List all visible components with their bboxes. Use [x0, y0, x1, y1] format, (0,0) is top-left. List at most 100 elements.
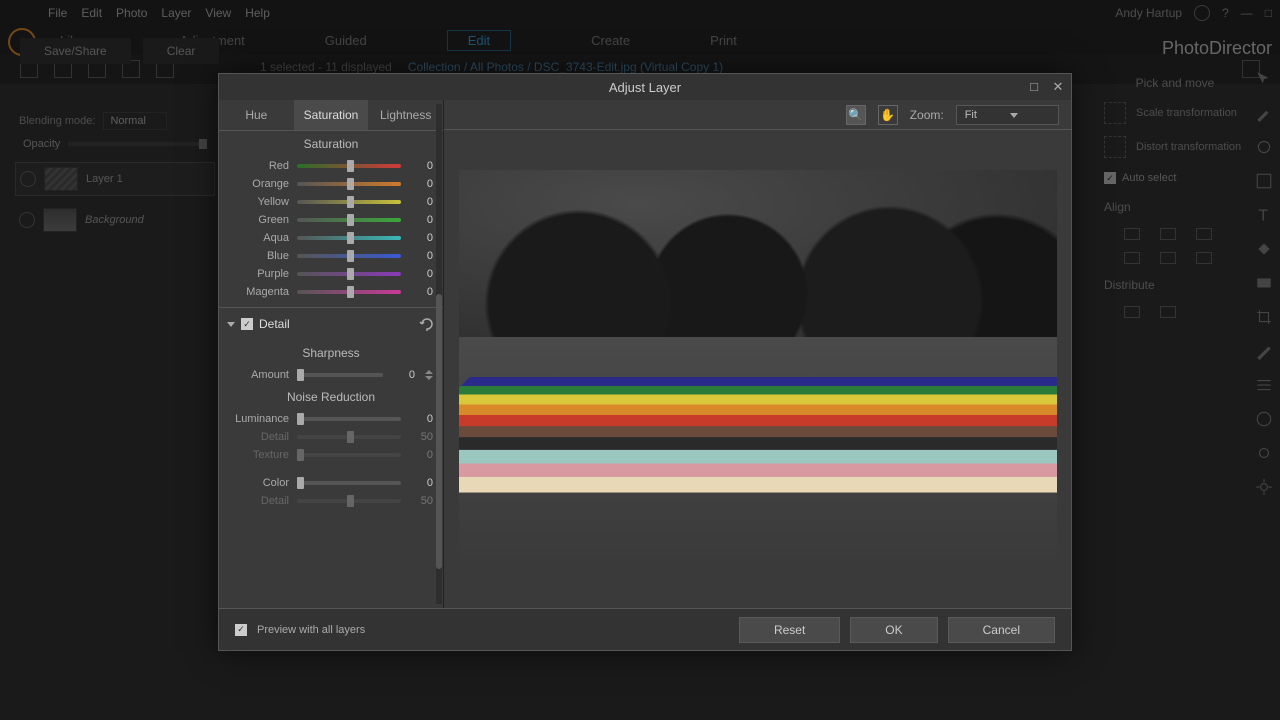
visibility-icon[interactable]: [20, 171, 36, 187]
distort-tool[interactable]: Distort transformation: [1100, 130, 1250, 164]
layer-item[interactable]: Layer 1: [15, 162, 215, 196]
color-value[interactable]: 0: [409, 477, 433, 489]
distribute-icon[interactable]: [1160, 306, 1176, 318]
ok-button[interactable]: OK: [850, 617, 937, 643]
close-icon[interactable]: ✕: [1051, 80, 1065, 94]
tool-icon[interactable]: [20, 60, 38, 78]
text-icon[interactable]: T: [1255, 206, 1273, 224]
menu-help[interactable]: Help: [245, 6, 270, 20]
rect-icon[interactable]: [1255, 172, 1273, 190]
align-icon[interactable]: [1124, 228, 1140, 240]
detail-section-header[interactable]: ✓ Detail: [219, 307, 443, 340]
align-icon[interactable]: [1160, 252, 1176, 264]
menu-layer[interactable]: Layer: [161, 6, 191, 20]
align-header: Align: [1100, 192, 1250, 222]
maximize-icon[interactable]: □: [1265, 6, 1272, 20]
zoom-select[interactable]: Fit: [956, 105, 1059, 125]
amount-value[interactable]: 0: [391, 369, 415, 381]
tool-icon[interactable]: [156, 60, 174, 78]
sliders-icon[interactable]: [1255, 376, 1273, 394]
detail-checkbox[interactable]: ✓: [241, 318, 253, 330]
slider-value[interactable]: 0: [409, 268, 433, 280]
luminance-value[interactable]: 0: [409, 413, 433, 425]
blend-mode-select[interactable]: Normal: [103, 112, 166, 130]
slider-value[interactable]: 0: [409, 196, 433, 208]
saturation-orange-slider[interactable]: [297, 182, 401, 186]
distribute-icon[interactable]: [1124, 306, 1140, 318]
wand-icon[interactable]: [1255, 342, 1273, 360]
saturation-aqua-slider[interactable]: [297, 236, 401, 240]
mode-print[interactable]: Print: [710, 33, 737, 48]
clear-button[interactable]: Clear: [143, 38, 220, 64]
crop-icon[interactable]: [1255, 308, 1273, 326]
pen-icon[interactable]: [1255, 104, 1273, 122]
visibility-icon[interactable]: [19, 212, 35, 228]
brush-icon[interactable]: [1255, 138, 1273, 156]
saturation-yellow-slider[interactable]: [297, 200, 401, 204]
filter-icon[interactable]: [1242, 60, 1260, 78]
mode-edit[interactable]: Edit: [447, 30, 511, 51]
gradient-icon[interactable]: [1255, 274, 1273, 292]
auto-select-label: Auto select: [1122, 172, 1176, 184]
saturation-blue-slider[interactable]: [297, 254, 401, 258]
help-icon[interactable]: ?: [1222, 6, 1229, 20]
mode-library[interactable]: Library: [60, 33, 100, 48]
saturation-green-row: Green0: [219, 211, 443, 229]
tab-saturation[interactable]: Saturation: [294, 100, 369, 130]
align-icon[interactable]: [1196, 228, 1212, 240]
bucket-icon[interactable]: [1255, 240, 1273, 258]
slider-value[interactable]: 0: [409, 286, 433, 298]
mode-adjustment[interactable]: Adjustment: [180, 33, 245, 48]
save-share-button[interactable]: Save/Share: [20, 38, 131, 64]
amount-stepper[interactable]: [425, 370, 433, 380]
menu-edit[interactable]: Edit: [81, 6, 102, 20]
link-icon[interactable]: [1255, 444, 1273, 462]
layer-item[interactable]: Background: [15, 204, 215, 236]
align-icon[interactable]: [1196, 252, 1212, 264]
saturation-red-slider[interactable]: [297, 164, 401, 168]
amount-slider[interactable]: [297, 373, 383, 377]
saturation-magenta-slider[interactable]: [297, 290, 401, 294]
color-slider[interactable]: [297, 481, 401, 485]
mode-create[interactable]: Create: [591, 33, 630, 48]
reset-button[interactable]: Reset: [739, 617, 840, 643]
tab-lightness[interactable]: Lightness: [368, 100, 443, 130]
pointer-icon[interactable]: [1255, 70, 1273, 88]
tool-icon[interactable]: [54, 60, 72, 78]
gear-icon[interactable]: [1255, 478, 1273, 496]
slider-value[interactable]: 0: [409, 250, 433, 262]
menu-file[interactable]: File: [48, 6, 67, 20]
main-menu[interactable]: File Edit Photo Layer View Help: [48, 6, 270, 20]
slider-value[interactable]: 0: [409, 214, 433, 226]
menu-view[interactable]: View: [205, 6, 231, 20]
dialog-titlebar[interactable]: Adjust Layer □ ✕: [219, 74, 1071, 100]
cancel-button[interactable]: Cancel: [948, 617, 1055, 643]
pan-tool-icon[interactable]: ✋: [878, 105, 898, 125]
tool-icon[interactable]: [122, 60, 140, 78]
sidebar-scrollbar[interactable]: [436, 104, 442, 604]
tool-icon[interactable]: [88, 60, 106, 78]
auto-select-checkbox[interactable]: ✓: [1104, 172, 1116, 184]
menu-photo[interactable]: Photo: [116, 6, 147, 20]
align-icon[interactable]: [1124, 252, 1140, 264]
slider-value[interactable]: 0: [409, 232, 433, 244]
maximize-icon[interactable]: □: [1027, 80, 1041, 94]
preview-image[interactable]: [459, 170, 1057, 568]
mode-guided[interactable]: Guided: [325, 33, 367, 48]
minimize-icon[interactable]: —: [1241, 6, 1253, 20]
user-avatar-icon[interactable]: [1194, 5, 1210, 21]
clock-icon[interactable]: [1255, 410, 1273, 428]
detail-label: Detail: [229, 431, 289, 443]
saturation-green-slider[interactable]: [297, 218, 401, 222]
slider-value[interactable]: 0: [409, 160, 433, 172]
saturation-purple-slider[interactable]: [297, 272, 401, 276]
slider-value[interactable]: 0: [409, 178, 433, 190]
zoom-tool-icon[interactable]: 🔍: [846, 105, 866, 125]
luminance-slider[interactable]: [297, 417, 401, 421]
opacity-slider[interactable]: [68, 142, 207, 146]
scale-tool[interactable]: Scale transformation: [1100, 96, 1250, 130]
align-icon[interactable]: [1160, 228, 1176, 240]
tab-hue[interactable]: Hue: [219, 100, 294, 130]
preview-all-checkbox[interactable]: ✓: [235, 624, 247, 636]
reset-icon[interactable]: [419, 316, 435, 332]
